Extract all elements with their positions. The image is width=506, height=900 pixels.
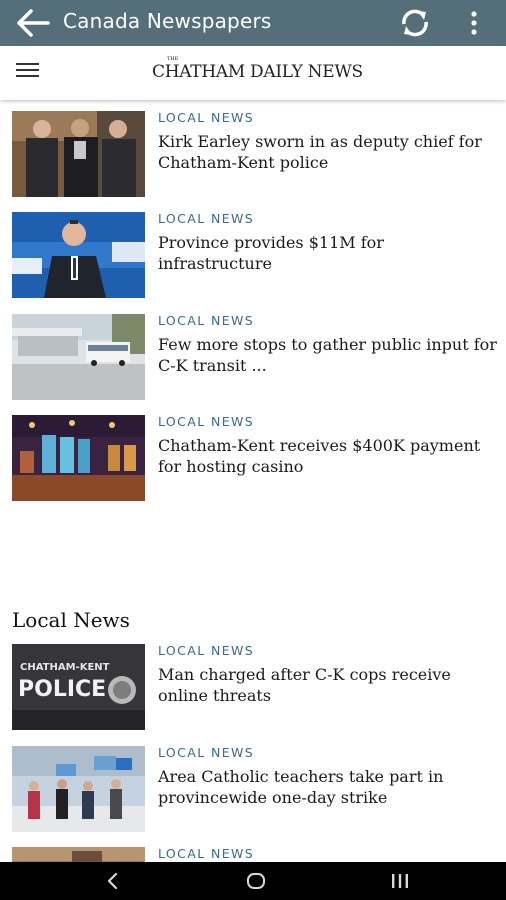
- officers-photo: [12, 111, 145, 197]
- site-header: THE CHATHAM DAILY NEWS: [0, 46, 506, 100]
- police-sign-photo: CHATHAM-KENT POLICE: [12, 644, 145, 730]
- article-item[interactable]: CHATHAM-KENT POLICE LOCAL NEWS Man charg…: [0, 643, 506, 733]
- article-category: LOCAL NEWS: [158, 745, 255, 760]
- article-thumbnail[interactable]: [12, 314, 145, 400]
- article-thumbnail[interactable]: [12, 746, 145, 832]
- article-thumbnail[interactable]: [12, 415, 145, 501]
- article-category: LOCAL NEWS: [158, 846, 255, 861]
- article-item[interactable]: LOCAL NEWS Kirk Earley sworn in as deput…: [0, 110, 506, 200]
- masthead-logo[interactable]: THE CHATHAM DAILY NEWS: [152, 56, 363, 82]
- article-category: LOCAL NEWS: [158, 643, 255, 658]
- article-item[interactable]: LOCAL NEWS Area Catholic teachers take p…: [0, 745, 506, 835]
- nav-home-icon[interactable]: [245, 870, 267, 892]
- masthead-text: CHATHAM DAILY NEWS: [152, 62, 363, 82]
- arrow-left-icon[interactable]: [14, 5, 52, 41]
- article-headline[interactable]: Chatham-Kent receives $400K payment for …: [158, 435, 498, 477]
- article-thumbnail[interactable]: CHATHAM-KENT POLICE: [12, 644, 145, 730]
- more-vert-icon[interactable]: [462, 7, 486, 39]
- article-category: LOCAL NEWS: [158, 211, 255, 226]
- article-thumbnail[interactable]: [12, 111, 145, 197]
- article-headline[interactable]: Man charged after C-K cops receive onlin…: [158, 664, 498, 706]
- article-category: LOCAL NEWS: [158, 110, 255, 125]
- article-photo: [12, 847, 145, 862]
- article-thumbnail[interactable]: [12, 212, 145, 298]
- article-thumbnail[interactable]: [12, 847, 145, 862]
- system-nav-bar: [0, 862, 506, 900]
- article-category: LOCAL NEWS: [158, 414, 255, 429]
- article-headline[interactable]: Kirk Earley sworn in as deputy chief for…: [158, 131, 498, 173]
- article-headline[interactable]: Province provides $11M for infrastructur…: [158, 232, 498, 274]
- article-item[interactable]: LOCAL NEWS: [0, 846, 506, 862]
- casino-photo: [12, 415, 145, 501]
- article-headline[interactable]: Few more stops to gather public input fo…: [158, 334, 498, 376]
- bus-terminal-photo: [12, 314, 145, 400]
- hamburger-icon[interactable]: [16, 63, 44, 83]
- minister-photo: [12, 212, 145, 298]
- article-item[interactable]: LOCAL NEWS Chatham-Kent receives $400K p…: [0, 414, 506, 504]
- svg-text:POLICE: POLICE: [18, 677, 106, 702]
- app-bar: Canada Newspapers: [0, 0, 506, 46]
- section-title[interactable]: Local News: [12, 608, 130, 632]
- app-title: Canada Newspapers: [63, 9, 272, 33]
- article-item[interactable]: LOCAL NEWS Few more stops to gather publ…: [0, 313, 506, 403]
- teachers-strike-photo: [12, 746, 145, 832]
- refresh-icon[interactable]: [396, 6, 434, 40]
- article-item[interactable]: LOCAL NEWS Province provides $11M for in…: [0, 211, 506, 301]
- article-headline[interactable]: Area Catholic teachers take part in prov…: [158, 766, 498, 808]
- article-feed[interactable]: LOCAL NEWS Kirk Earley sworn in as deput…: [0, 100, 506, 862]
- nav-recents-icon[interactable]: [389, 871, 411, 891]
- svg-text:CHATHAM-KENT: CHATHAM-KENT: [20, 662, 110, 673]
- article-category: LOCAL NEWS: [158, 313, 255, 328]
- nav-back-icon[interactable]: [103, 871, 123, 891]
